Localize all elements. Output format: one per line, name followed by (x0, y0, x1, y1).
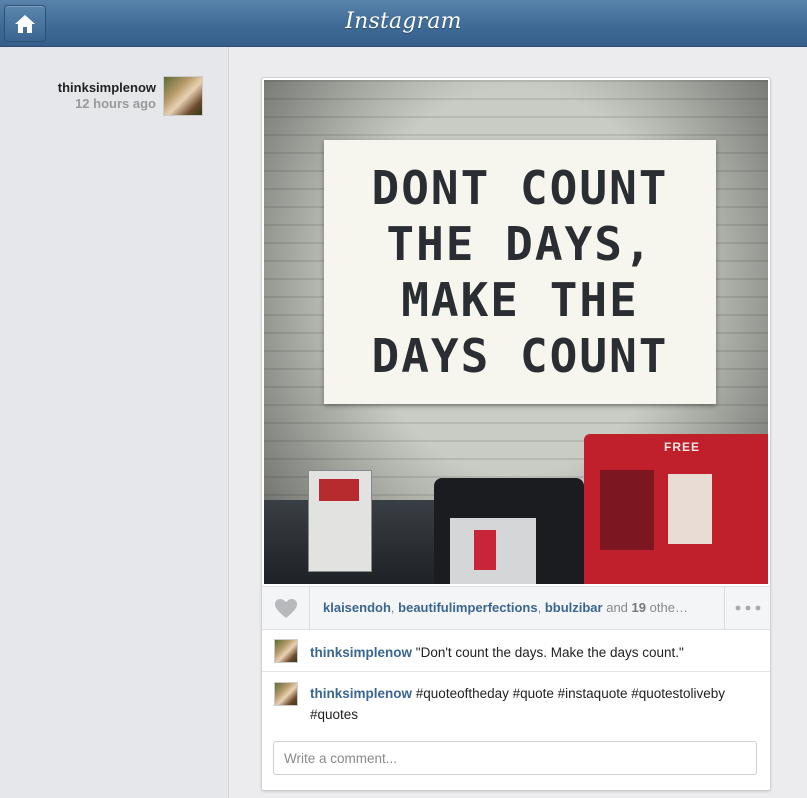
sign-text-line: DAYS COUNT (371, 329, 669, 383)
liker-separator: , (537, 600, 545, 615)
photo-machine-label (319, 479, 359, 501)
comment-text: "Don't count the days. Make the days cou… (415, 645, 684, 660)
commenter-avatar[interactable] (274, 639, 298, 663)
sign-text-line: DONT COUNT (371, 161, 669, 215)
comment-input[interactable] (273, 741, 757, 775)
photo-sign: DONT COUNT THE DAYS, MAKE THE DAYS COUNT (324, 140, 716, 404)
liker-link[interactable]: bbulzibar (545, 600, 603, 615)
comment-body: thinksimplenow "Don't count the days. Ma… (310, 642, 760, 663)
likes-others-text[interactable]: othe… (650, 600, 688, 615)
photo-machine-tag (474, 530, 496, 570)
likes-summary: klaisendoh, beautifulimperfections, bbul… (323, 600, 718, 615)
post-author: thinksimplenow 12 hours ago (58, 80, 156, 111)
photo-machine-middle (434, 478, 584, 584)
post-card: DONT COUNT THE DAYS, MAKE THE DAYS COUNT… (261, 77, 771, 791)
sign-text-line: THE DAYS, (386, 217, 654, 271)
post-actions-bar: klaisendoh, beautifulimperfections, bbul… (262, 586, 770, 630)
feed-column: DONT COUNT THE DAYS, MAKE THE DAYS COUNT… (229, 47, 807, 798)
app-logo[interactable]: Instagram (0, 9, 807, 34)
heart-icon (274, 598, 297, 618)
sign-text-line: MAKE THE (401, 273, 639, 327)
post-photo[interactable]: DONT COUNT THE DAYS, MAKE THE DAYS COUNT… (264, 80, 768, 584)
likes-others-count[interactable]: 19 (632, 600, 646, 615)
commenter-avatar[interactable] (274, 682, 298, 706)
commenter-username[interactable]: thinksimplenow (310, 645, 412, 660)
like-button[interactable] (262, 587, 310, 629)
post-timestamp[interactable]: 12 hours ago (58, 96, 156, 111)
comment-body: thinksimplenow #quoteoftheday #quote #in… (310, 683, 760, 725)
post-author-column: thinksimplenow 12 hours ago (0, 47, 229, 798)
author-username[interactable]: thinksimplenow (58, 80, 156, 95)
author-avatar[interactable] (163, 76, 203, 116)
top-bar: Instagram (0, 0, 807, 47)
liker-link[interactable]: beautifulimperfections (398, 600, 537, 615)
photo-machine-left (308, 470, 372, 572)
ellipsis-icon (735, 605, 760, 611)
liker-link[interactable]: klaisendoh (323, 600, 391, 615)
photo-box-panel (668, 474, 712, 544)
comment-item: thinksimplenow "Don't count the days. Ma… (262, 629, 770, 672)
more-options-button[interactable] (724, 587, 770, 629)
photo-free-label: FREE (664, 440, 701, 454)
comment-item: thinksimplenow #quoteoftheday #quote #in… (262, 672, 770, 732)
photo-newspaper-box: FREE (584, 434, 768, 584)
commenter-username[interactable]: thinksimplenow (310, 686, 412, 701)
photo-box-panel (600, 470, 654, 550)
likes-and-text: and (606, 600, 628, 615)
